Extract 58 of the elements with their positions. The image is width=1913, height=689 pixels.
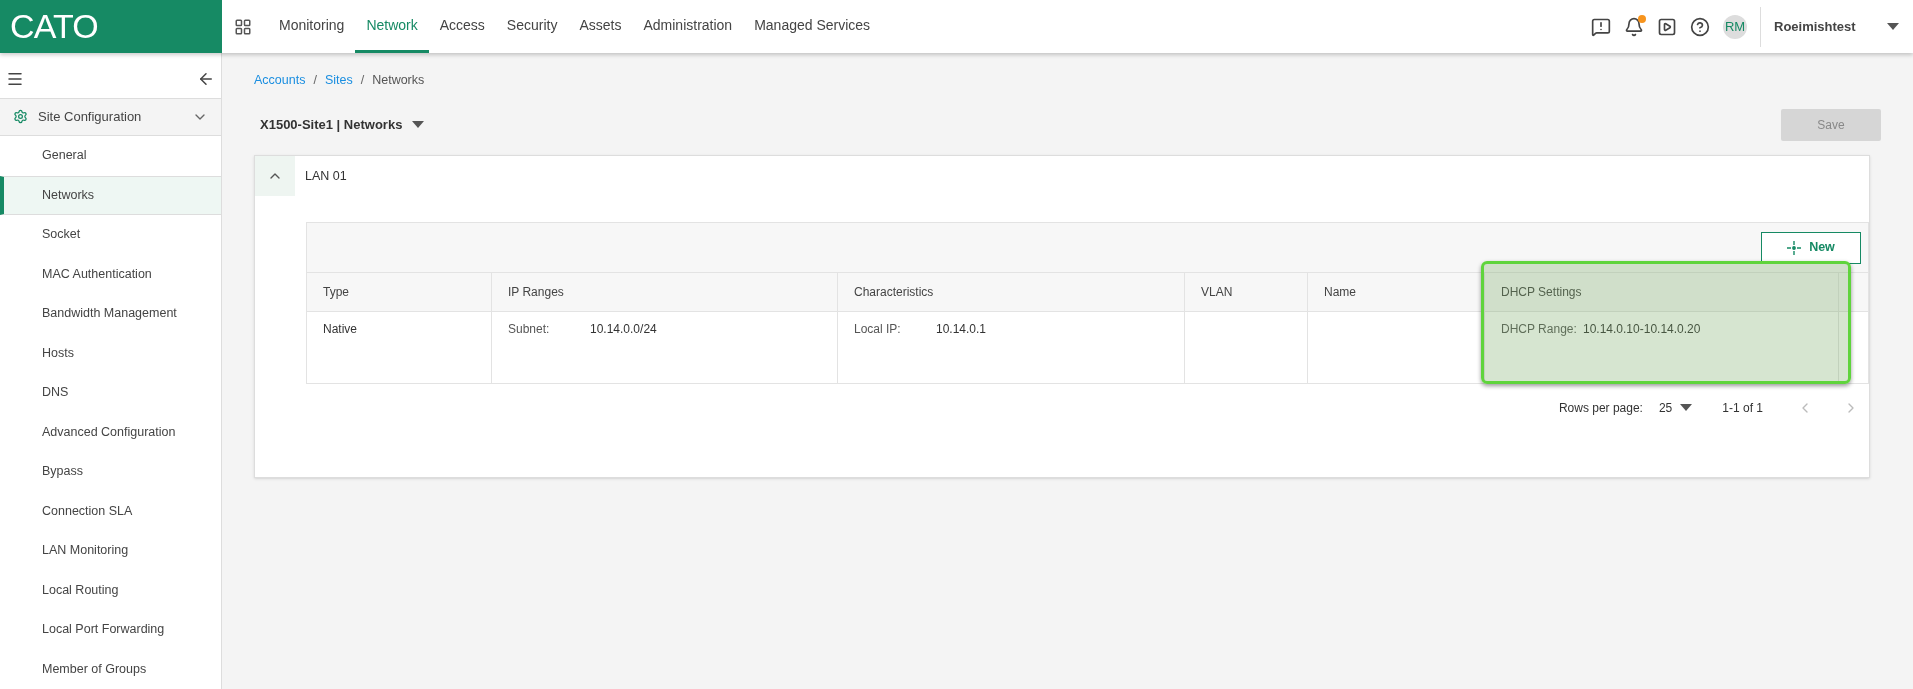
column-header: IP Ranges — [492, 273, 838, 311]
feedback-icon[interactable] — [1591, 16, 1611, 37]
user-menu-caret-icon — [1887, 22, 1899, 31]
nav-tab[interactable]: Access — [428, 0, 496, 53]
expand-toggle[interactable] — [255, 156, 295, 196]
section-title: Site Configuration — [38, 108, 142, 127]
sidebar-item[interactable]: Connection SLA — [0, 491, 221, 531]
table-cell-text: 10.14.0.1 — [936, 321, 987, 338]
nav-tab[interactable]: Monitoring — [268, 0, 356, 53]
breadcrumb-current: Networks — [372, 71, 425, 89]
sidebar-item[interactable]: LAN Monitoring — [0, 531, 221, 571]
nav-tab[interactable]: Assets — [568, 0, 633, 53]
sidebar-item[interactable]: Networks — [0, 175, 221, 215]
nav-tab[interactable]: Network — [355, 0, 429, 53]
bell-icon[interactable] — [1624, 16, 1644, 37]
rows-per-page-select[interactable]: 25 — [1658, 399, 1693, 417]
gear-icon — [13, 109, 28, 125]
table-cell-text: Native — [323, 321, 357, 338]
help-icon[interactable] — [1690, 16, 1710, 37]
column-header: DHCP Settings — [1485, 273, 1839, 311]
column-header: Characteristics — [838, 273, 1185, 311]
sidebar-item[interactable]: Socket — [0, 215, 221, 255]
field-label: DHCP Range: — [1501, 321, 1578, 338]
sidebar-item[interactable]: Hosts — [0, 333, 221, 373]
new-button[interactable]: New — [1761, 231, 1861, 264]
sidebar-item[interactable]: Local Port Forwarding — [0, 610, 221, 650]
page-title[interactable]: X1500-Site1 | Networks — [260, 115, 403, 135]
sidebar-item[interactable]: Bandwidth Management — [0, 294, 221, 334]
field-label: Subnet: — [508, 321, 551, 338]
column-header: Name — [1308, 273, 1485, 311]
sidebar-item[interactable]: Member of Groups — [0, 649, 221, 689]
sidebar-item[interactable]: Local Routing — [0, 570, 221, 610]
rows-per-page-label: Rows per page: — [1558, 400, 1643, 417]
title-caret-icon — [412, 121, 425, 129]
nav-tab[interactable]: Managed Services — [743, 0, 882, 53]
user-name[interactable]: Roeimishtest — [1774, 16, 1874, 37]
crosshair-icon — [1787, 240, 1802, 255]
sidebar-item[interactable]: DNS — [0, 373, 221, 413]
breadcrumb-separator: / — [313, 71, 317, 89]
column-header: VLAN — [1185, 273, 1308, 311]
nav-tab[interactable]: Security — [495, 0, 569, 53]
breadcrumb-separator: / — [360, 71, 365, 89]
sidebar-item[interactable]: MAC Authentication — [0, 254, 221, 294]
video-guide-icon[interactable] — [1657, 16, 1677, 37]
sidebar-item[interactable]: Bypass — [0, 452, 221, 492]
caret-icon — [1680, 404, 1693, 412]
sidebar-item[interactable]: Advanced Configuration — [0, 412, 221, 452]
field-label: Local IP: — [854, 321, 902, 338]
logo[interactable]: CATO — [0, 0, 222, 53]
table-cell-text: 10.14.0.10-10.14.0.20 — [1583, 321, 1701, 338]
table-cell-text: 10.14.0.0/24 — [590, 321, 657, 338]
column-header: Type — [307, 273, 492, 311]
sidebar-section-header[interactable]: Site Configuration — [0, 98, 221, 136]
nav-tab[interactable]: Administration — [632, 0, 744, 53]
apps-grid-icon[interactable] — [234, 17, 252, 36]
page-range: 1-1 of 1 — [1722, 400, 1763, 417]
sidebar-item[interactable]: General — [0, 136, 221, 176]
panel-title: LAN 01 — [305, 167, 347, 185]
